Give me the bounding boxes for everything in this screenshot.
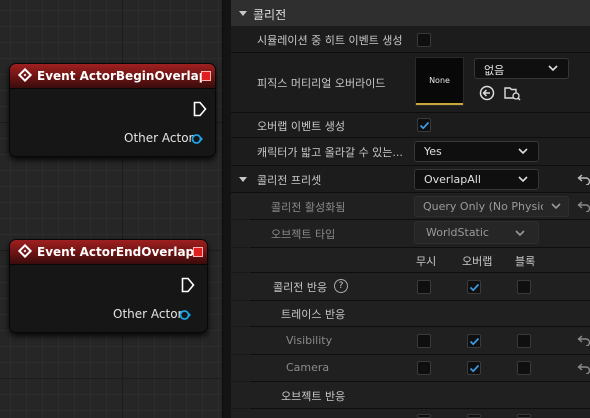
row-sim-hit: 시뮬레이션 중 히트 이벤트 생성 bbox=[231, 26, 590, 52]
row-label: 오브젝트 타입 bbox=[271, 228, 336, 241]
row-label: 시뮬레이션 중 히트 이벤트 생성 bbox=[257, 34, 403, 47]
combo-value: 없음 bbox=[484, 64, 505, 77]
responses-ignore-checkbox[interactable] bbox=[417, 280, 431, 294]
thumbnail-none-text: None bbox=[429, 76, 450, 85]
node-header[interactable]: Event ActorEndOverlap bbox=[10, 240, 207, 265]
row-camera: Camera bbox=[231, 355, 590, 381]
checkmark-icon bbox=[419, 121, 430, 130]
row-label: 오버랩 이벤트 생성 bbox=[257, 120, 345, 133]
chevron-down-icon bbox=[518, 148, 528, 155]
chevron-down-icon bbox=[515, 230, 525, 237]
partial-checkbox[interactable] bbox=[517, 414, 531, 418]
row-label: 콜리전 반응 bbox=[273, 281, 328, 294]
exec-out-pin-icon[interactable] bbox=[181, 277, 195, 293]
reset-to-default-icon[interactable] bbox=[577, 362, 590, 374]
node-event-end-overlap[interactable]: Event ActorEndOverlap Other Actor bbox=[9, 239, 208, 333]
camera-block-checkbox[interactable] bbox=[517, 361, 531, 375]
node-header[interactable]: Event ActorBeginOverlap bbox=[10, 64, 215, 89]
row-trace-responses: 트레이스 반응 bbox=[231, 301, 590, 326]
node-event-begin-overlap[interactable]: Event ActorBeginOverlap Other Actor bbox=[9, 63, 216, 157]
exec-out-pin-icon[interactable] bbox=[193, 101, 207, 117]
chevron-down-icon bbox=[518, 176, 528, 183]
section-title: 콜리전 bbox=[253, 8, 287, 22]
row-label: Camera bbox=[286, 361, 330, 374]
reset-to-default-icon[interactable] bbox=[577, 200, 590, 212]
collision-section-header[interactable]: 콜리전 bbox=[231, 0, 590, 26]
row-label: 오브젝트 반응 bbox=[281, 390, 346, 403]
chevron-down-icon bbox=[551, 203, 561, 210]
camera-overlap-checkbox[interactable] bbox=[467, 361, 481, 375]
node-title: Event ActorEndOverlap bbox=[37, 245, 195, 259]
row-label: 콜리전 프리셋 bbox=[257, 174, 322, 187]
delegate-pin-icon[interactable] bbox=[193, 247, 203, 257]
use-selected-arrow-icon[interactable] bbox=[479, 85, 495, 101]
checkmark-icon bbox=[469, 364, 480, 373]
object-type-combo[interactable]: WorldStatic bbox=[414, 221, 539, 244]
overlap-events-checkbox[interactable] bbox=[417, 118, 431, 132]
checkmark-icon bbox=[469, 283, 480, 292]
combo-value: Query Only (No Physics bbox=[423, 200, 543, 213]
row-label: 트레이스 반응 bbox=[281, 308, 346, 321]
row-label: 피직스 머티리얼 오버라이드 bbox=[257, 77, 386, 90]
reset-to-default-icon[interactable] bbox=[577, 173, 590, 185]
material-thumbnail[interactable]: None bbox=[415, 57, 464, 106]
camera-ignore-checkbox[interactable] bbox=[417, 361, 431, 375]
responses-block-checkbox[interactable] bbox=[517, 280, 531, 294]
blueprint-graph[interactable]: Event ActorBeginOverlap Other Actor Even… bbox=[0, 0, 222, 418]
panel-splitter[interactable] bbox=[222, 0, 231, 418]
step-up-combo[interactable]: Yes bbox=[414, 141, 539, 162]
collision-enabled-combo[interactable]: Query Only (No Physics bbox=[414, 196, 569, 217]
delegate-pin-icon[interactable] bbox=[201, 71, 211, 81]
browse-folder-icon[interactable] bbox=[504, 85, 521, 101]
column-overlap: 오버랩 bbox=[462, 255, 493, 268]
responses-overlap-checkbox[interactable] bbox=[467, 280, 481, 294]
partial-checkbox[interactable] bbox=[467, 414, 481, 418]
pin-label-other-actor: Other Actor bbox=[124, 131, 194, 145]
collision-preset-combo[interactable]: OverlapAll bbox=[414, 169, 539, 190]
row-object-responses: 오브젝트 반응 bbox=[231, 382, 590, 408]
row-label: Visibility bbox=[286, 334, 333, 347]
object-pin-icon[interactable] bbox=[179, 309, 191, 321]
event-icon bbox=[17, 67, 33, 83]
reset-to-default-icon[interactable] bbox=[577, 334, 590, 346]
chevron-down-icon bbox=[548, 65, 558, 72]
details-panel: 콜리전 시뮬레이션 중 히트 이벤트 생성 피직스 머티리얼 오버라이드 Non… bbox=[231, 0, 590, 418]
chevron-down-icon bbox=[239, 11, 247, 16]
visibility-overlap-checkbox[interactable] bbox=[467, 334, 481, 348]
pin-label-other-actor: Other Actor bbox=[113, 307, 183, 321]
physical-material-combo[interactable]: 없음 bbox=[474, 58, 569, 79]
thumbnail-asset-bar bbox=[416, 103, 463, 105]
row-response-columns: 무시 오버랩 블록 bbox=[231, 248, 590, 272]
row-overlap-events: 오버랩 이벤트 생성 bbox=[231, 113, 590, 137]
visibility-ignore-checkbox[interactable] bbox=[417, 334, 431, 348]
column-block: 블록 bbox=[515, 255, 536, 268]
event-icon bbox=[17, 243, 33, 259]
node-title: Event ActorBeginOverlap bbox=[37, 69, 208, 83]
combo-value: OverlapAll bbox=[424, 173, 481, 186]
combo-value: Yes bbox=[424, 145, 442, 158]
row-label: 캐릭터가 밟고 올라갈 수 있는... bbox=[257, 146, 403, 159]
chevron-down-icon[interactable] bbox=[239, 177, 247, 182]
row-next-partial bbox=[231, 409, 590, 418]
checkmark-icon bbox=[469, 337, 480, 346]
column-ignore: 무시 bbox=[416, 255, 437, 268]
sim-hit-checkbox[interactable] bbox=[417, 33, 431, 47]
row-visibility: Visibility bbox=[231, 327, 590, 354]
row-label: 콜리전 활성화됨 bbox=[271, 201, 346, 214]
visibility-block-checkbox[interactable] bbox=[517, 334, 531, 348]
partial-checkbox[interactable] bbox=[417, 414, 431, 418]
row-collision-responses: 콜리전 반응 ? bbox=[231, 273, 590, 300]
combo-value: WorldStatic bbox=[426, 226, 489, 239]
help-icon[interactable]: ? bbox=[334, 279, 348, 293]
object-pin-icon[interactable] bbox=[191, 133, 203, 145]
